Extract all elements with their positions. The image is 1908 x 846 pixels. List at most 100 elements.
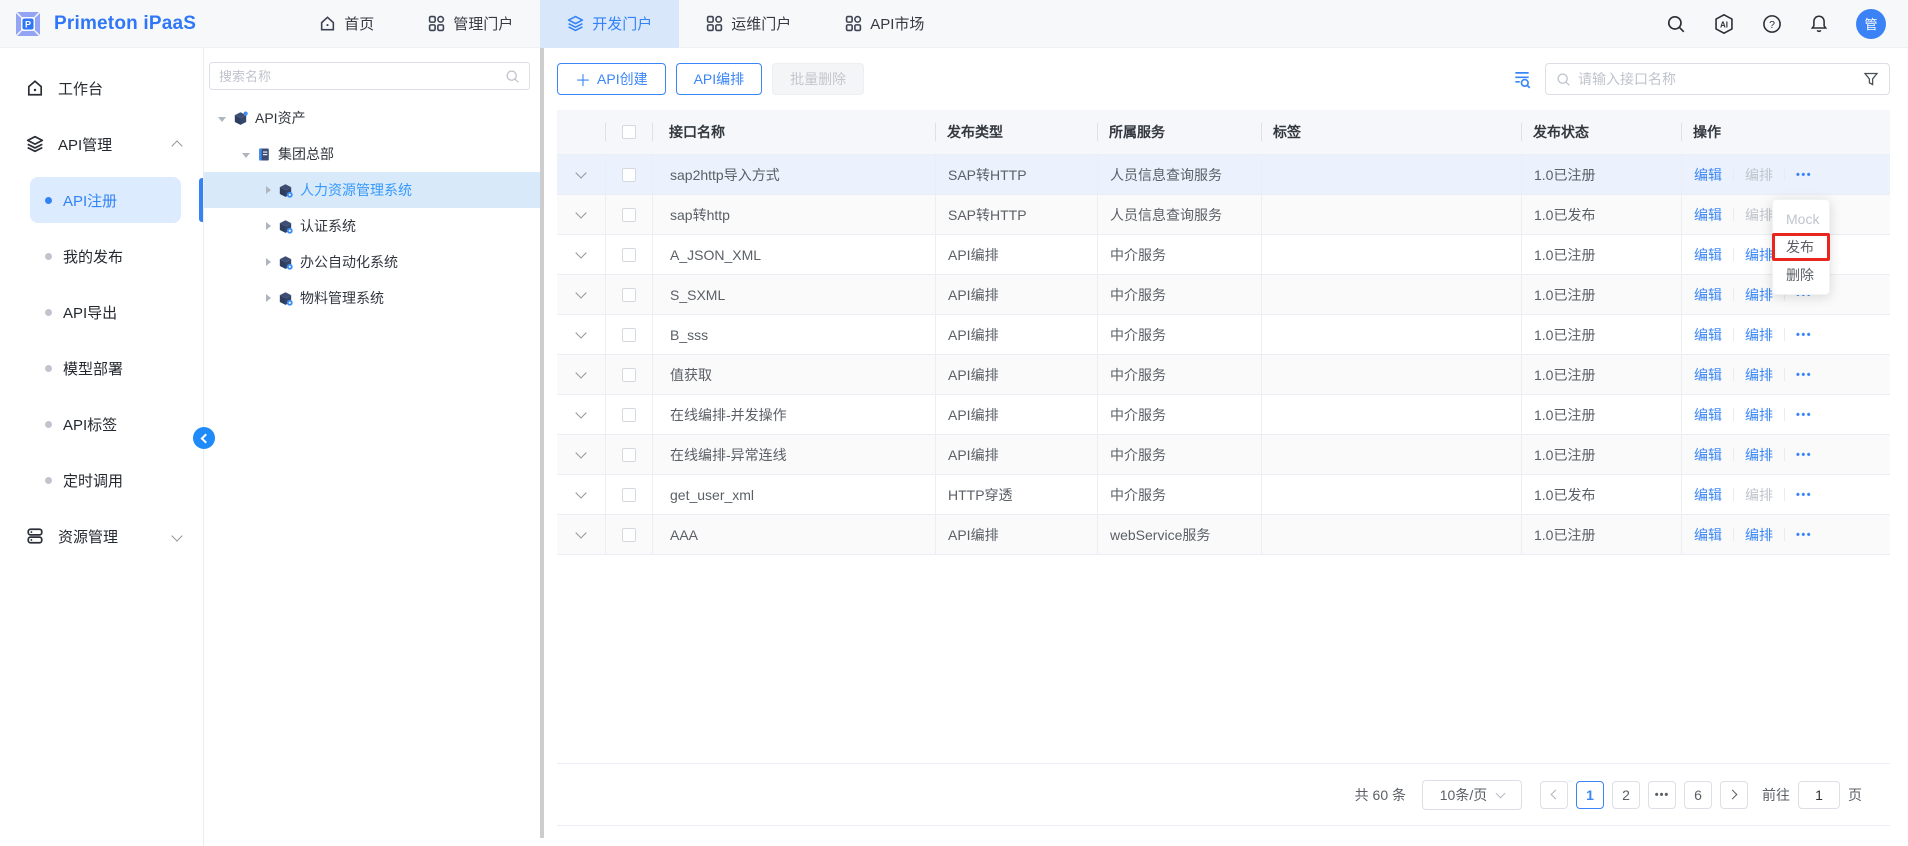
api-name-cell: 值获取	[652, 355, 935, 394]
sidebar-item-my-publish[interactable]: 我的发布	[0, 228, 203, 284]
page-button-6[interactable]: 6	[1684, 781, 1712, 809]
api-create-button[interactable]: ＋API创建	[557, 63, 666, 95]
more-actions-button[interactable]: •••	[1796, 369, 1812, 381]
nav-item-api-market[interactable]: API市场	[818, 0, 951, 48]
filter-icon[interactable]	[1863, 71, 1879, 87]
edit-link[interactable]: 编辑	[1694, 365, 1722, 385]
orchestrate-link[interactable]: 编排	[1745, 285, 1773, 305]
expand-row-icon[interactable]	[575, 367, 586, 378]
goto-page-input[interactable]	[1798, 781, 1840, 809]
edit-link[interactable]: 编辑	[1694, 245, 1722, 265]
edit-link[interactable]: 编辑	[1694, 525, 1722, 545]
caret-down-icon[interactable]	[218, 117, 226, 122]
more-actions-button[interactable]: •••	[1796, 329, 1812, 341]
page-button-1[interactable]: 1	[1576, 781, 1604, 809]
orchestrate-link[interactable]: 编排	[1745, 245, 1773, 265]
edit-link[interactable]: 编辑	[1694, 285, 1722, 305]
nav-item-home[interactable]: 首页	[292, 0, 401, 48]
pages-ellipsis-button[interactable]: •••	[1648, 781, 1676, 809]
page-button-2[interactable]: 2	[1612, 781, 1640, 809]
expand-row-icon[interactable]	[575, 487, 586, 498]
edit-link[interactable]: 编辑	[1694, 405, 1722, 425]
row-checkbox[interactable]	[622, 328, 636, 342]
sidebar-item-scheduled-call[interactable]: 定时调用	[0, 452, 203, 508]
help-icon[interactable]: ?	[1762, 14, 1782, 34]
menu-item-delete[interactable]: 删除	[1773, 261, 1829, 289]
row-checkbox[interactable]	[622, 408, 636, 422]
user-avatar[interactable]: 管	[1856, 9, 1886, 39]
nav-item-admin-portal[interactable]: 管理门户	[401, 0, 540, 48]
tree-node-auth-system[interactable]: 认证系统	[204, 208, 540, 244]
bell-icon[interactable]	[1809, 14, 1829, 34]
row-checkbox[interactable]	[622, 528, 636, 542]
row-checkbox[interactable]	[622, 488, 636, 502]
expand-row-icon[interactable]	[575, 447, 586, 458]
tree-search-input[interactable]	[219, 69, 505, 84]
api-search-input[interactable]	[1578, 71, 1863, 87]
next-page-button[interactable]	[1720, 781, 1748, 809]
orchestrate-link[interactable]: 编排	[1745, 525, 1773, 545]
edit-link[interactable]: 编辑	[1694, 205, 1722, 225]
sidebar-item-api-management[interactable]: API管理	[0, 116, 203, 172]
sidebar-item-api-tags[interactable]: API标签	[0, 396, 203, 452]
search-icon[interactable]	[1666, 14, 1686, 34]
caret-right-icon[interactable]	[266, 186, 271, 194]
tag-cell	[1261, 355, 1521, 394]
tree-node-hr-system[interactable]: 人力资源管理系统	[204, 172, 540, 208]
chevron-left-icon	[1551, 790, 1561, 800]
sidebar-collapse-button[interactable]	[193, 427, 215, 449]
ai-icon[interactable]: AI	[1713, 13, 1735, 35]
tree-node-material-system[interactable]: 物料管理系统	[204, 280, 540, 316]
api-orchestrate-button[interactable]: API编排	[676, 63, 763, 95]
sidebar-item-api-export[interactable]: API导出	[0, 284, 203, 340]
prev-page-button[interactable]	[1540, 781, 1568, 809]
tree-node-oa-system[interactable]: 办公自动化系统	[204, 244, 540, 280]
caret-right-icon[interactable]	[266, 294, 271, 302]
expand-row-icon[interactable]	[575, 207, 586, 218]
expand-row-icon[interactable]	[575, 287, 586, 298]
orchestrate-link[interactable]: 编排	[1745, 365, 1773, 385]
sidebar-item-workbench[interactable]: 工作台	[0, 60, 203, 116]
page-size-select[interactable]: 10条/页	[1422, 780, 1522, 810]
portal-menu: 首页 管理门户 开发门户 运维门户 API市场	[292, 0, 951, 48]
expand-row-icon[interactable]	[575, 527, 586, 538]
sidebar-item-resource-management[interactable]: 资源管理	[0, 508, 203, 564]
more-actions-button[interactable]: •••	[1796, 449, 1812, 461]
expand-row-icon[interactable]	[575, 327, 586, 338]
edit-link[interactable]: 编辑	[1694, 165, 1722, 185]
edit-link[interactable]: 编辑	[1694, 325, 1722, 345]
orchestrate-link[interactable]: 编排	[1745, 445, 1773, 465]
row-checkbox[interactable]	[622, 368, 636, 382]
edit-link[interactable]: 编辑	[1694, 485, 1722, 505]
orchestrate-link[interactable]: 编排	[1745, 325, 1773, 345]
expand-row-icon[interactable]	[575, 247, 586, 258]
sidebar-item-model-deploy[interactable]: 模型部署	[0, 340, 203, 396]
more-actions-button[interactable]: •••	[1796, 169, 1812, 181]
row-checkbox[interactable]	[622, 448, 636, 462]
caret-down-icon[interactable]	[242, 153, 250, 158]
caret-right-icon[interactable]	[266, 258, 271, 266]
expand-row-icon[interactable]	[575, 167, 586, 178]
tree-node-api-assets[interactable]: API资产	[204, 100, 540, 136]
nav-item-dev-portal[interactable]: 开发门户	[540, 0, 679, 48]
row-checkbox[interactable]	[622, 248, 636, 262]
expand-row-icon[interactable]	[575, 407, 586, 418]
tree-node-group-hq[interactable]: 集团总部	[204, 136, 540, 172]
caret-right-icon[interactable]	[266, 222, 271, 230]
menu-item-publish[interactable]: 发布	[1773, 233, 1829, 261]
nav-item-ops-portal[interactable]: 运维门户	[679, 0, 818, 48]
top-navbar: P Primeton iPaaS 首页 管理门户 开发门户 运维门户 API市场…	[0, 0, 1908, 48]
more-actions-button[interactable]: •••	[1796, 409, 1812, 421]
edit-link[interactable]: 编辑	[1694, 445, 1722, 465]
orchestrate-link[interactable]: 编排	[1745, 405, 1773, 425]
row-checkbox[interactable]	[622, 208, 636, 222]
row-checkbox[interactable]	[622, 168, 636, 182]
sidebar-item-api-register[interactable]: API注册	[0, 172, 203, 228]
more-actions-button[interactable]: •••	[1796, 489, 1812, 501]
api-name-cell: 在线编排-并发操作	[652, 395, 935, 434]
select-all-checkbox[interactable]	[622, 125, 636, 139]
expand-cell	[557, 235, 605, 274]
list-search-icon[interactable]	[1512, 69, 1532, 89]
row-checkbox[interactable]	[622, 288, 636, 302]
more-actions-button[interactable]: •••	[1796, 529, 1812, 541]
